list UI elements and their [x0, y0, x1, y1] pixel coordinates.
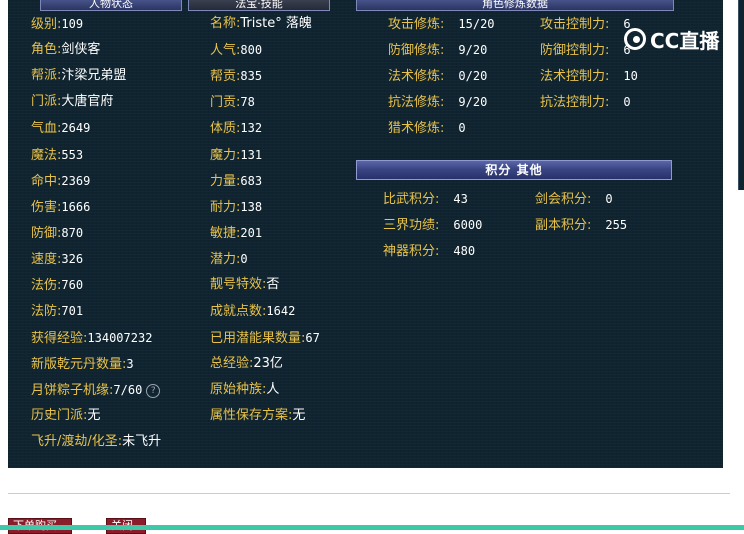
stat-total-exp: 总经验:23亿: [210, 356, 283, 371]
cultivation-magic: 法术修炼: 0/20: [388, 69, 488, 84]
cc-logo-icon: [624, 28, 646, 50]
score-dungeon: 副本积分: 255: [535, 218, 628, 233]
stat-magic-damage: 法伤:760: [31, 278, 84, 293]
control-resist: 抗法控制力: 0: [540, 95, 631, 110]
stat-damage: 伤害:1666: [31, 200, 91, 215]
cultivation-defense: 防御修炼: 9/20: [388, 43, 488, 58]
score-artifact: 神器积分: 480: [383, 244, 476, 259]
stat-role: 角色:剑侠客: [31, 42, 101, 57]
cultivation-resist: 抗法修炼: 9/20: [388, 95, 488, 110]
control-defense: 防御控制力: 6: [540, 43, 631, 58]
stat-level: 级别:109: [31, 17, 84, 32]
stat-exp-gained: 获得经验:134007232: [31, 331, 153, 346]
cc-live-watermark: CC直播: [624, 26, 720, 53]
stat-pretty-id-effect: 靓号特效:否: [210, 277, 280, 292]
stat-school-contribution: 门贡:78: [210, 95, 255, 110]
scrollbar-edge[interactable]: [738, 0, 744, 190]
cultivation-attack: 攻击修炼: 15/20: [388, 17, 495, 32]
watermark-text: CC直播: [650, 28, 720, 53]
cultivation-hunting: 猎术修炼: 0: [388, 121, 466, 136]
stat-name: 名称:Triste° 落魄: [210, 16, 312, 31]
stat-mp: 魔法:553: [31, 148, 84, 163]
stat-qianyuandan: 新版乾元丹数量:3: [31, 357, 134, 372]
stat-constitution: 体质:132: [210, 121, 263, 136]
tab-cultivation-data[interactable]: 角色修炼数据: [356, 0, 674, 11]
score-arena: 比武积分: 43: [383, 192, 468, 207]
control-attack: 攻击控制力: 6: [540, 17, 631, 32]
stat-attribute-scheme: 属性保存方案:无: [210, 408, 306, 423]
bottom-status-bar: [0, 525, 744, 530]
stat-original-race: 原始种族:人: [210, 382, 280, 397]
help-icon[interactable]: ?: [146, 383, 161, 398]
score-sword-meet: 剑会积分: 0: [535, 192, 613, 207]
score-section-header: 积分 其他: [356, 160, 672, 180]
stat-guild-contribution: 帮贡:835: [210, 69, 263, 84]
stat-hit: 命中:2369: [31, 174, 91, 189]
stat-popularity: 人气:800: [210, 43, 263, 58]
stat-agility: 敏捷:201: [210, 226, 263, 241]
divider: [8, 493, 730, 494]
stat-magic-defense: 法防:701: [31, 304, 84, 319]
stat-mooncake-chance: 月饼粽子机缘:7/60?: [31, 382, 161, 399]
stat-potential: 潜力:0: [210, 252, 248, 267]
stat-potential-fruit: 已用潜能果数量:67: [210, 331, 320, 346]
tab-treasure-skill[interactable]: 法宝·技能: [188, 0, 330, 11]
tab-character-status[interactable]: 人物状态: [40, 0, 182, 11]
stat-achievement-points: 成就点数:1642: [210, 304, 296, 319]
stat-school: 门派:大唐官府: [31, 94, 114, 109]
stat-strength: 力量:683: [210, 174, 263, 189]
stat-magic-power: 魔力:131: [210, 148, 263, 163]
stat-speed: 速度:326: [31, 252, 84, 267]
score-merit: 三界功绩: 6000: [383, 218, 483, 233]
control-magic: 法术控制力: 10: [540, 69, 638, 84]
stat-ascension: 飞升/渡劫/化圣:未飞升: [31, 434, 162, 449]
stat-endurance: 耐力:138: [210, 200, 263, 215]
stat-hp: 气血:2649: [31, 121, 91, 136]
stat-defense: 防御:870: [31, 226, 84, 241]
stat-guild: 帮派:汴梁兄弟盟: [31, 68, 127, 83]
stat-history-school: 历史门派:无: [31, 408, 101, 423]
character-info-panel: 人物状态 法宝·技能 角色修炼数据 级别:109 角色:剑侠客 帮派:汴梁兄弟盟…: [8, 0, 723, 468]
